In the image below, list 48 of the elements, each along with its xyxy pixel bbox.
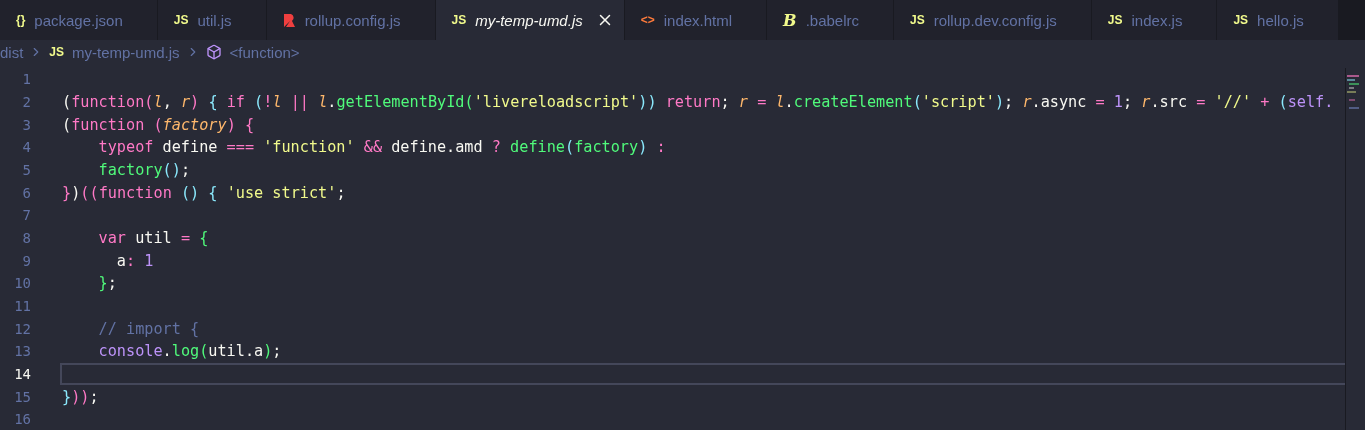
editor-tab[interactable]: JS index.js [1091, 0, 1218, 40]
file-type-icon: JS [49, 45, 65, 59]
line-number: 8 [21, 229, 31, 246]
file-type-icon: JS [173, 13, 189, 27]
code-line: (function (factory) { [62, 115, 255, 134]
line-number: 11 [13, 297, 31, 314]
line-number: 7 [21, 207, 31, 224]
line-number: 3 [21, 116, 31, 133]
file-type-icon: JS [451, 13, 467, 27]
line-number: 15 [13, 388, 31, 405]
editor-tab[interactable]: JS hello.js [1217, 0, 1339, 40]
file-type-icon: JS [1107, 13, 1123, 27]
line-number: 2 [21, 94, 31, 110]
breadcrumb-item[interactable]: JS my-temp-umd.js [49, 43, 180, 61]
file-type-icon: JS [910, 13, 925, 27]
editor-tab[interactable]: {} package.json [0, 0, 158, 40]
code-line: // import { [98, 319, 200, 338]
code-line: var util = { [98, 228, 209, 247]
line-number: 16 [13, 411, 31, 428]
file-type-icon: JS [1233, 13, 1249, 27]
editor-tab[interactable]: JS rollup.dev.config.js [894, 0, 1092, 40]
code-line: factory(); [98, 160, 191, 179]
cube-icon [205, 44, 222, 60]
file-type-icon: B [783, 10, 797, 30]
rollup-icon [282, 12, 296, 28]
code-line: })((function () { 'use strict'; [62, 183, 346, 202]
code-line: a: 1 [116, 251, 154, 270]
editor-tab[interactable]: B .babelrc [767, 0, 894, 40]
code-line: }; [98, 274, 117, 293]
code-line: })); [62, 387, 99, 406]
file-type-icon: {} [16, 13, 26, 27]
line-number: 14 [13, 365, 31, 382]
line-number: 1 [21, 71, 31, 88]
code-line: typeof define === 'function' && define.amd ? define(factory) : [98, 138, 666, 157]
line-number: 13 [13, 343, 31, 360]
editor-tab[interactable]: JS my-temp-umd.js [435, 0, 625, 40]
minimap-drawing [1346, 72, 1360, 112]
line-number: 4 [21, 139, 31, 156]
code-line: (function(l, r) { if (!l || l.getElementById('livereloadscript')) return; r = l.createElement('script'); r.async = 1; r.src = '//' + (self. [62, 93, 1334, 111]
line-number: 10 [13, 275, 31, 292]
line-number: 12 [13, 320, 31, 337]
line-number: 6 [21, 184, 31, 201]
line-number: 5 [21, 161, 31, 178]
line-number: 9 [21, 252, 31, 269]
code-line: console.log(util.a); [98, 342, 282, 361]
editor-tab[interactable]: JS util.js [157, 0, 267, 40]
file-type-icon: <> [640, 13, 655, 27]
editor-tab[interactable]: <> index.html [624, 0, 768, 40]
